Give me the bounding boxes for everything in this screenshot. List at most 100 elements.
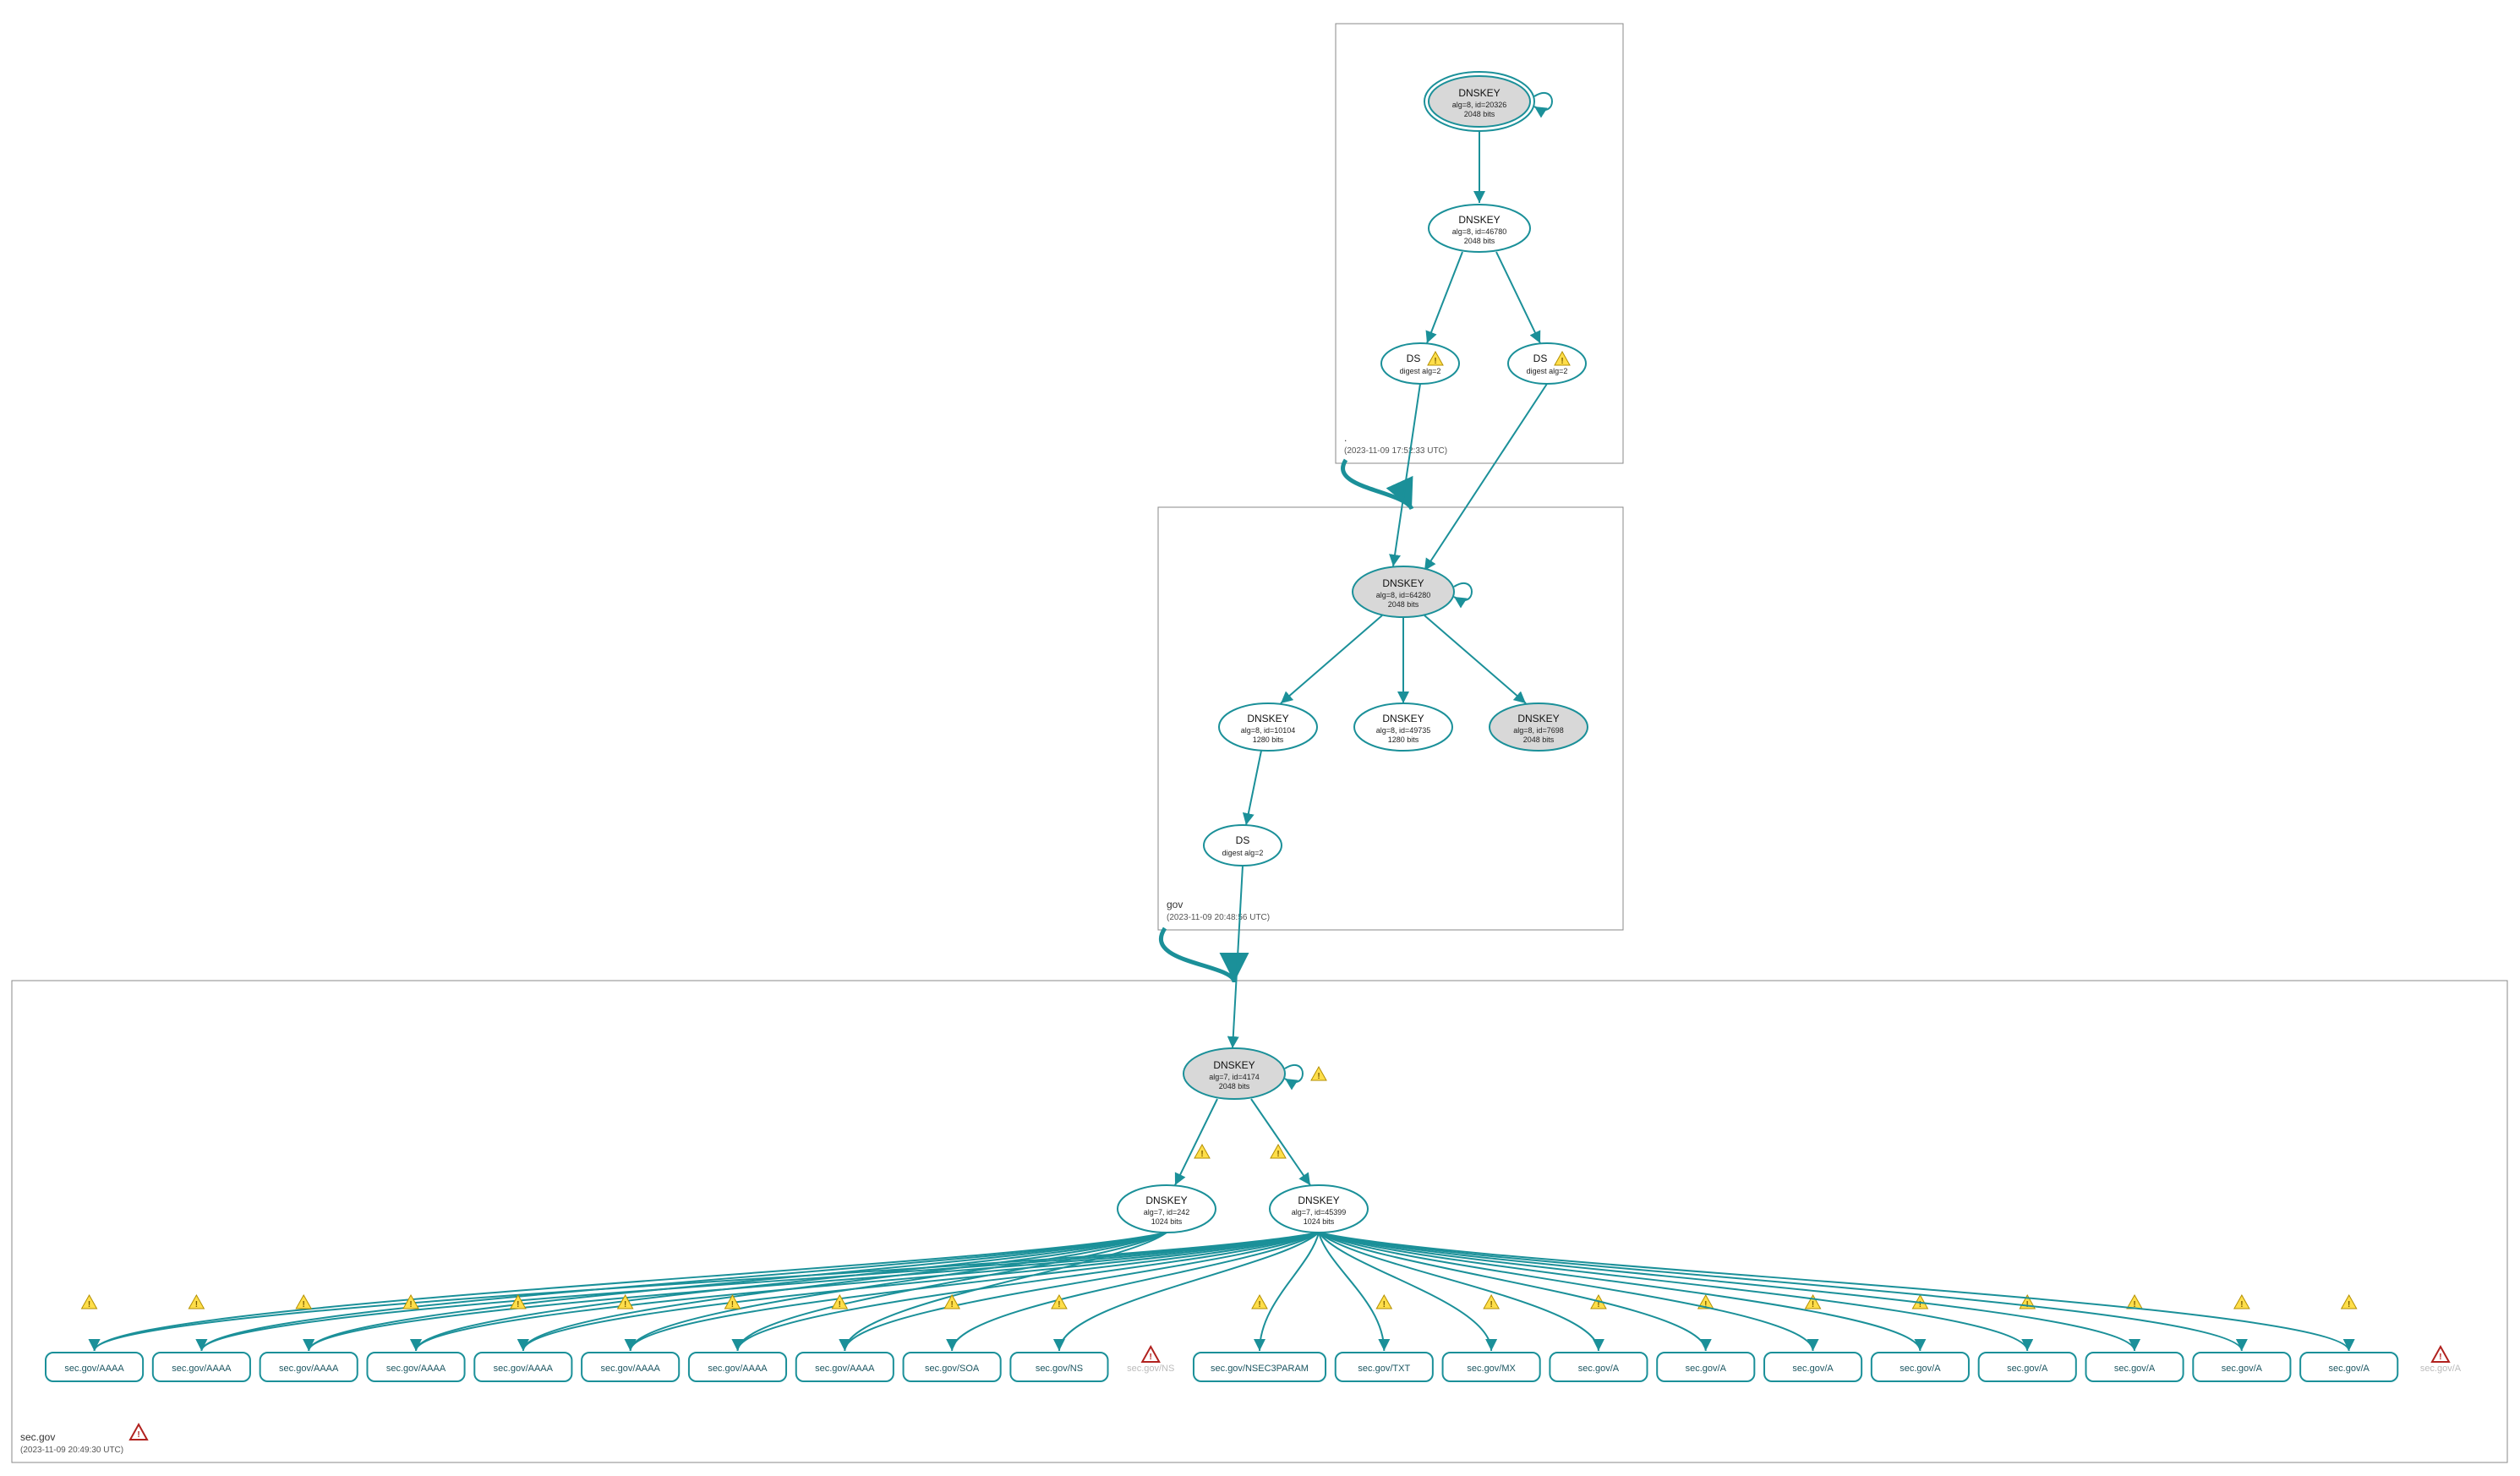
rrset-box[interactable]: sec.gov/AAAA [367, 1353, 464, 1381]
svg-text:2048 bits: 2048 bits [1219, 1082, 1250, 1091]
svg-text:!: ! [1200, 1150, 1203, 1159]
svg-text:!: ! [303, 1300, 305, 1309]
svg-text:sec.gov/A: sec.gov/A [1686, 1364, 1727, 1374]
svg-text:sec.gov/SOA: sec.gov/SOA [925, 1364, 980, 1374]
svg-text:sec.gov/AAAA: sec.gov/AAAA [708, 1364, 768, 1374]
rrset-box[interactable]: sec.gov/AAAA [689, 1353, 786, 1381]
svg-text:sec.gov/AAAA: sec.gov/AAAA [600, 1364, 660, 1374]
rrset-box[interactable]: sec.gov/A [1550, 1353, 1647, 1381]
root-ds-right[interactable]: DS!digest alg=2 [1508, 343, 1586, 384]
svg-text:digest alg=2: digest alg=2 [1400, 367, 1441, 375]
rrset-ghost: sec.gov/A [2420, 1364, 2462, 1374]
rrset-box[interactable]: sec.gov/AAAA [582, 1353, 679, 1381]
root-ksk[interactable]: DNSKEYalg=8, id=203262048 bits [1424, 72, 1534, 131]
svg-text:alg=7, id=4174: alg=7, id=4174 [1209, 1073, 1260, 1081]
rrset-box[interactable]: sec.gov/AAAA [46, 1353, 143, 1381]
rrset-box[interactable]: sec.gov/MX [1443, 1353, 1540, 1381]
svg-text:!: ! [731, 1300, 734, 1309]
rrset-box[interactable]: sec.gov/AAAA [153, 1353, 250, 1381]
gov-ds[interactable]: DSdigest alg=2 [1204, 825, 1282, 866]
svg-text:!: ! [1919, 1300, 1921, 1309]
svg-text:DS: DS [1533, 353, 1548, 364]
svg-text:2048 bits: 2048 bits [1523, 735, 1555, 744]
svg-text:sec.gov/A: sec.gov/A [1900, 1364, 1941, 1374]
rrset-box[interactable]: sec.gov/AAAA [474, 1353, 571, 1381]
warning-icon: ! [2234, 1295, 2249, 1309]
zone-sec-label: sec.gov [20, 1431, 55, 1443]
warning-icon: ! [296, 1295, 311, 1309]
rrset-box[interactable]: sec.gov/AAAA [260, 1353, 358, 1381]
svg-text:DNSKEY: DNSKEY [1458, 214, 1500, 226]
svg-text:DNSKEY: DNSKEY [1382, 577, 1424, 589]
svg-text:sec.gov/AAAA: sec.gov/AAAA [386, 1364, 446, 1374]
svg-text:alg=8, id=49735: alg=8, id=49735 [1376, 726, 1431, 735]
sec-ksk[interactable]: DNSKEYalg=7, id=41742048 bits [1183, 1048, 1285, 1099]
svg-text:sec.gov/A: sec.gov/A [2222, 1364, 2263, 1374]
svg-text:DS: DS [1407, 353, 1421, 364]
svg-text:sec.gov/TXT: sec.gov/TXT [1358, 1364, 1410, 1374]
zone-sec-timestamp: (2023-11-09 20:49:30 UTC) [20, 1446, 123, 1455]
svg-text:!: ! [1561, 357, 1563, 366]
svg-text:!: ! [1812, 1300, 1814, 1309]
svg-text:2048 bits: 2048 bits [1388, 600, 1419, 609]
warning-icon: ! [189, 1295, 204, 1309]
svg-text:alg=8, id=20326: alg=8, id=20326 [1452, 101, 1507, 109]
sec-zsk-242[interactable]: DNSKEY alg=7, id=2421024 bits [1118, 1185, 1216, 1233]
svg-text:!: ! [2439, 1353, 2441, 1362]
svg-text:alg=7, id=242: alg=7, id=242 [1144, 1208, 1190, 1216]
rrset-box[interactable]: sec.gov/A [2193, 1353, 2290, 1381]
rrset-box[interactable]: sec.gov/A [1764, 1353, 1861, 1381]
rrset-box[interactable]: sec.gov/A [2085, 1353, 2183, 1381]
gov-zsk-10104[interactable]: DNSKEYalg=8, id=101041280 bits [1219, 703, 1317, 751]
gov-ksk[interactable]: DNSKEYalg=8, id=642802048 bits [1353, 566, 1454, 617]
rrset-box[interactable]: sec.gov/AAAA [796, 1353, 894, 1381]
warning-icon: ! [82, 1295, 97, 1309]
rrset-box[interactable]: sec.gov/A [1657, 1353, 1754, 1381]
svg-text:!: ! [624, 1300, 626, 1309]
rrset-box[interactable]: sec.gov/NS [1010, 1353, 1107, 1381]
svg-text:!: ! [1258, 1300, 1260, 1309]
svg-text:!: ! [839, 1300, 841, 1309]
svg-text:!: ! [1276, 1150, 1279, 1159]
warning-icon: ! [1806, 1295, 1821, 1309]
svg-text:sec.gov/NSEC3PARAM: sec.gov/NSEC3PARAM [1211, 1364, 1309, 1374]
root-ds-left[interactable]: DS!digest alg=2 [1381, 343, 1459, 384]
svg-text:DS: DS [1236, 834, 1250, 846]
warning-icon: ! [1311, 1067, 1326, 1081]
svg-text:DNSKEY: DNSKEY [1247, 713, 1288, 724]
svg-text:alg=8, id=10104: alg=8, id=10104 [1241, 726, 1296, 735]
svg-text:DNSKEY: DNSKEY [1145, 1194, 1187, 1206]
error-icon: ! [1142, 1347, 1159, 1362]
rrset-box[interactable]: sec.gov/NSEC3PARAM [1194, 1353, 1326, 1381]
svg-text:!: ! [2348, 1300, 2350, 1309]
zone-gov-label: gov [1167, 899, 1183, 910]
zone-root-timestamp: (2023-11-09 17:52:33 UTC) [1344, 446, 1447, 456]
svg-text:sec.gov/A: sec.gov/A [2007, 1364, 2048, 1374]
warning-icon: ! [1194, 1145, 1210, 1159]
svg-text:DNSKEY: DNSKEY [1382, 713, 1424, 724]
rrset-box[interactable]: sec.gov/TXT [1336, 1353, 1433, 1381]
root-zsk[interactable]: DNSKEYalg=8, id=467802048 bits [1429, 205, 1530, 252]
svg-text:!: ! [137, 1430, 139, 1440]
rrset-box[interactable]: sec.gov/A [1979, 1353, 2076, 1381]
svg-text:2048 bits: 2048 bits [1464, 237, 1495, 245]
zone-root-label: . [1344, 432, 1347, 444]
svg-text:sec.gov/AAAA: sec.gov/AAAA [279, 1364, 339, 1374]
rrset-box[interactable]: sec.gov/A [1872, 1353, 1969, 1381]
svg-text:!: ! [1490, 1300, 1492, 1309]
gov-zsk-49735[interactable]: DNSKEYalg=8, id=497351280 bits [1354, 703, 1452, 751]
sec-zsk-45399[interactable]: DNSKEYalg=7, id=453991024 bits [1270, 1185, 1368, 1233]
svg-text:sec.gov/AAAA: sec.gov/AAAA [64, 1364, 124, 1374]
svg-text:sec.gov/A: sec.gov/A [1578, 1364, 1620, 1374]
svg-text:DNSKEY: DNSKEY [1458, 87, 1500, 99]
gov-zsk-7698[interactable]: DNSKEYalg=8, id=76982048 bits [1490, 703, 1588, 751]
rrset-box[interactable]: sec.gov/SOA [904, 1353, 1001, 1381]
svg-text:!: ! [1058, 1300, 1060, 1309]
svg-text:DNSKEY: DNSKEY [1298, 1194, 1339, 1206]
svg-text:1024 bits: 1024 bits [1151, 1217, 1183, 1226]
svg-text:1024 bits: 1024 bits [1304, 1217, 1335, 1226]
warning-icon: ! [1484, 1295, 1499, 1309]
rrset-box[interactable]: sec.gov/A [2300, 1353, 2397, 1381]
dnsviz-diagram: .(2023-11-09 17:52:33 UTC)DNSKEYalg=8, i… [0, 0, 2520, 1476]
svg-text:!: ! [1150, 1353, 1152, 1362]
